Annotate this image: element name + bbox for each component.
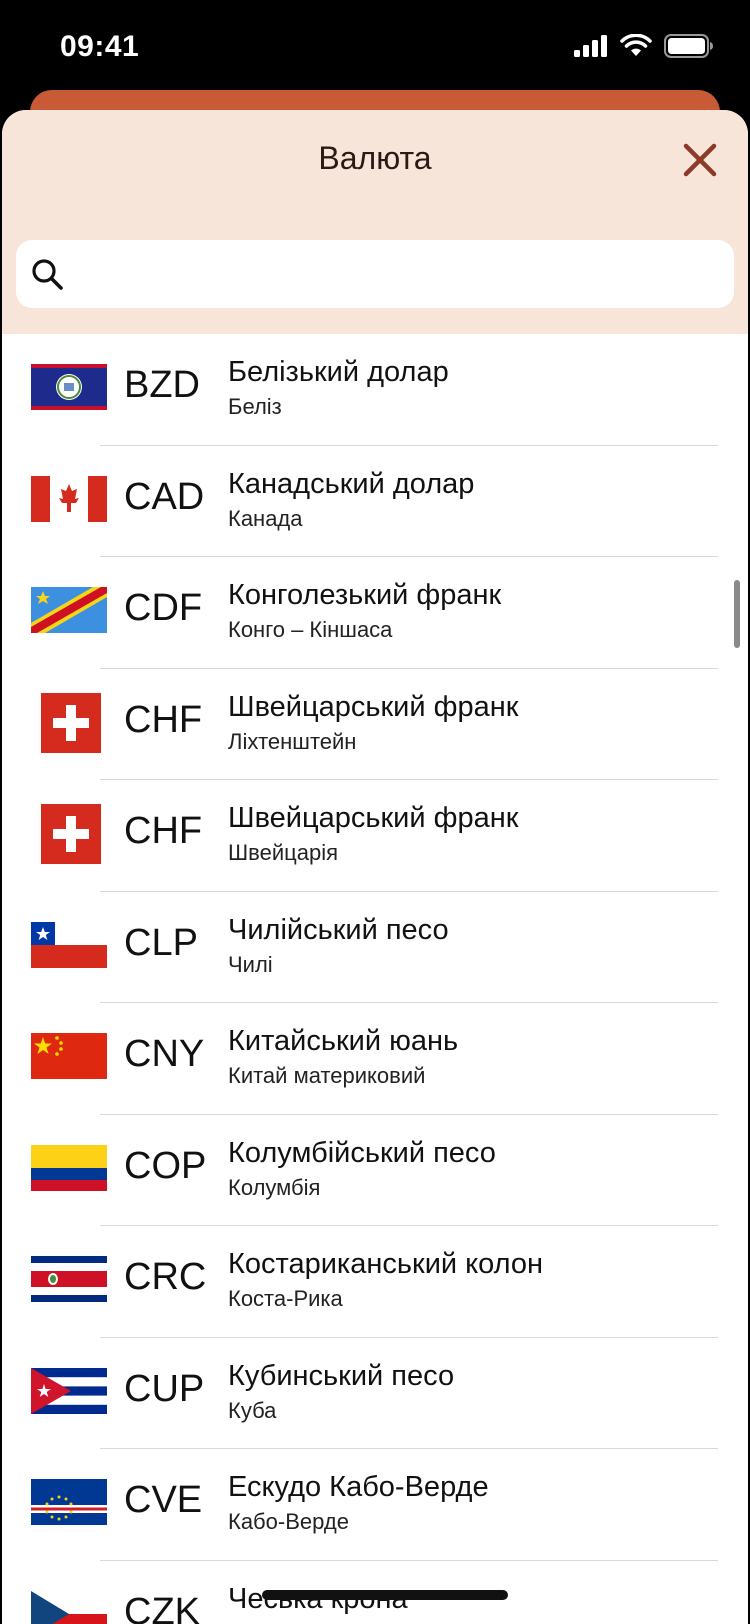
currency-name: Чилійський песо	[228, 913, 449, 946]
search-input[interactable]	[76, 258, 676, 290]
currency-code: COP	[124, 1144, 207, 1187]
currency-code: CHF	[124, 810, 203, 852]
currency-country: Кабо-Верде	[228, 1509, 349, 1534]
currency-name: Кубинський песо	[228, 1359, 455, 1392]
colombia-flag-icon	[31, 1144, 107, 1191]
currency-code: CLP	[124, 921, 198, 964]
currency-country: Конго – Кіншаса	[228, 617, 393, 642]
currency-row-crc[interactable]: CRC Костариканський колон Коста-Рика	[2, 1226, 748, 1338]
currency-code: CAD	[124, 475, 205, 518]
currency-code: CUP	[124, 1367, 205, 1410]
currency-code: CNY	[124, 1033, 205, 1075]
belize-flag-icon	[31, 364, 107, 410]
cuba-flag-icon	[31, 1367, 107, 1414]
currency-country: Колумбія	[228, 1174, 321, 1200]
currency-name: Канадський долар	[228, 467, 475, 500]
chile-flag-icon	[31, 921, 107, 968]
cellular-signal-icon	[574, 35, 608, 62]
dr-congo-flag-icon	[31, 587, 107, 633]
currency-sheet: Валюта BZD Белізький долар Беліз CAD Кан…	[2, 110, 748, 1624]
status-time: 09:41	[60, 30, 140, 63]
search-field[interactable]	[16, 240, 734, 308]
search-icon	[32, 259, 63, 290]
currency-country: Китай материковий	[228, 1063, 426, 1088]
currency-name: Ескудо Кабо-Верде	[228, 1471, 489, 1503]
currency-name: Конголезький франк	[228, 579, 502, 611]
currency-name: Костариканський колон	[228, 1248, 544, 1280]
currency-name: Белізький долар	[228, 356, 449, 388]
currency-name: Колумбійський песо	[228, 1136, 496, 1169]
close-button[interactable]	[680, 140, 720, 180]
canada-flag-icon	[31, 475, 107, 522]
battery-icon	[664, 34, 714, 63]
currency-code: CRC	[124, 1256, 207, 1298]
currency-country: Канада	[228, 505, 303, 531]
status-bar: 09:41	[0, 0, 750, 100]
currency-country: Беліз	[228, 394, 282, 419]
currency-code: CVE	[124, 1479, 203, 1521]
sheet-header: Валюта	[2, 110, 748, 334]
czech-flag-icon	[31, 1590, 107, 1624]
sheet-title: Валюта	[318, 140, 432, 176]
wifi-icon	[620, 33, 652, 63]
cape-verde-flag-icon	[31, 1479, 107, 1525]
currency-list: BZD Белізький долар Беліз CAD Канадський…	[2, 334, 748, 1624]
currency-row-cdf[interactable]: CDF Конголезький франк Конго – Кіншаса	[2, 557, 748, 669]
currency-row-chf-switzerland[interactable]: CHF Швейцарський франк Швейцарія	[2, 780, 748, 892]
currency-row-chf-liechtenstein[interactable]: CHF Швейцарський франк Ліхтенштейн	[2, 669, 748, 780]
currency-code: CHF	[124, 698, 203, 741]
currency-row-clp[interactable]: CLP Чилійський песо Чилі	[2, 892, 748, 1003]
currency-row-bzd[interactable]: BZD Белізький долар Беліз	[2, 334, 748, 446]
currency-country: Ліхтенштейн	[228, 728, 357, 754]
currency-country: Куба	[228, 1397, 277, 1423]
status-icons	[574, 33, 714, 63]
currency-name: Швейцарський франк	[228, 690, 519, 723]
currency-code: CZK	[124, 1590, 200, 1624]
currency-row-cad[interactable]: CAD Канадський долар Канада	[2, 446, 748, 557]
currency-country: Коста-Рика	[228, 1286, 343, 1311]
currency-row-cop[interactable]: COP Колумбійський песо Колумбія	[2, 1115, 748, 1226]
swiss-flag-icon	[41, 692, 101, 753]
home-indicator[interactable]	[262, 1590, 508, 1600]
currency-name: Китайський юань	[228, 1025, 459, 1057]
currency-country: Чилі	[228, 951, 273, 977]
currency-row-cny[interactable]: CNY Китайський юань Китай материковий	[2, 1003, 748, 1115]
currency-row-cve[interactable]: CVE Ескудо Кабо-Верде Кабо-Верде	[2, 1449, 748, 1561]
currency-code: CDF	[124, 587, 203, 629]
close-icon	[683, 143, 717, 177]
currency-code: BZD	[124, 364, 200, 406]
swiss-flag-icon	[41, 804, 101, 864]
costa-rica-flag-icon	[31, 1256, 107, 1302]
currency-name: Швейцарський франк	[228, 802, 519, 834]
currency-country: Швейцарія	[228, 840, 338, 865]
china-flag-icon	[31, 1033, 107, 1079]
scroll-indicator[interactable]	[734, 580, 740, 648]
currency-row-cup[interactable]: CUP Кубинський песо Куба	[2, 1338, 748, 1449]
